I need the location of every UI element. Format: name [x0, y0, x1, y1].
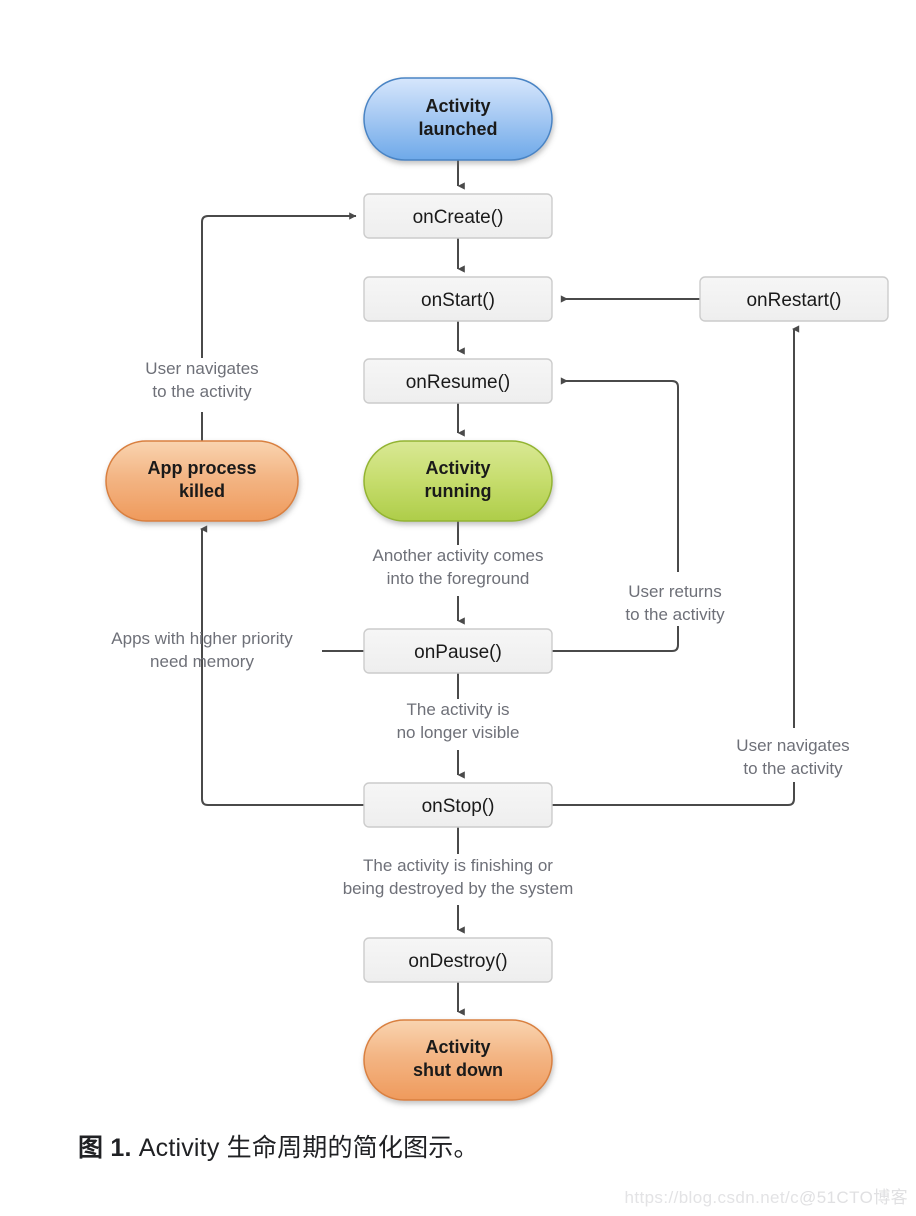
edge-label-killed-to-create-line2: to the activity — [152, 382, 252, 401]
edge-label-stop-to-destroy-line1: The activity is finishing or — [363, 856, 553, 875]
on-create-label: onCreate() — [413, 207, 504, 228]
on-pause-label: onPause() — [414, 642, 502, 663]
figure-caption-number: 图 1. — [78, 1134, 132, 1162]
edge-label-stop-to-restart-line2: to the activity — [743, 759, 843, 778]
figure-caption: 图 1. Activity 生命周期的简化图示。 — [78, 1128, 479, 1164]
on-restart-label: onRestart() — [746, 290, 841, 311]
edge-label-pause-to-stop-line2: no longer visible — [397, 723, 520, 742]
activity-shut-down-label-line2: shut down — [413, 1060, 503, 1080]
activity-shut-down-label-line1: Activity — [425, 1037, 490, 1057]
edge-label-pause-to-killed-line1: Apps with higher priority — [111, 629, 293, 648]
app-process-killed-label-line1: App process — [147, 458, 256, 478]
edge-label-pause-to-resume-line1: User returns — [628, 582, 722, 601]
node-on-resume[interactable]: onResume() — [363, 358, 553, 404]
on-destroy-label: onDestroy() — [408, 951, 507, 972]
activity-lifecycle-diagram: Activity launched onCreate() onStart() o… — [0, 0, 916, 1216]
activity-launched-label-line2: launched — [418, 119, 497, 139]
node-activity-launched[interactable]: Activity launched — [363, 77, 553, 161]
node-on-destroy[interactable]: onDestroy() — [363, 937, 553, 983]
edge-label-stop-to-restart-line1: User navigates — [736, 736, 849, 755]
on-stop-label: onStop() — [422, 796, 495, 817]
edge-label-pause-to-stop-line1: The activity is — [407, 700, 510, 719]
node-app-process-killed[interactable]: App process killed — [105, 440, 299, 522]
watermark-url: https://blog.csdn.net/c — [624, 1188, 800, 1207]
watermark-brand: @51CTO博客 — [799, 1188, 908, 1207]
edge-label-stop-to-destroy-line2: being destroyed by the system — [343, 879, 574, 898]
edge-label-killed-to-create-line1: User navigates — [145, 359, 258, 378]
app-process-killed-label-line2: killed — [179, 481, 225, 501]
activity-running-label-line2: running — [425, 481, 492, 501]
node-activity-running[interactable]: Activity running — [363, 440, 553, 522]
edge-label-running-to-pause-line1: Another activity comes — [372, 546, 543, 565]
edge-stop-to-restart-lower — [552, 782, 795, 806]
figure-caption-text: Activity 生命周期的简化图示。 — [131, 1134, 479, 1162]
activity-launched-label-line1: Activity — [425, 96, 490, 116]
flow-svg: Activity launched onCreate() onStart() o… — [105, 77, 889, 1101]
edge-killed-to-create — [201, 212, 357, 358]
activity-running-label-line1: Activity — [425, 458, 490, 478]
on-resume-label: onResume() — [406, 372, 511, 393]
edge-pause-to-resume-upper — [560, 377, 679, 572]
node-on-pause[interactable]: onPause() — [363, 628, 553, 674]
edge-pause-to-resume-lower — [552, 626, 679, 652]
node-on-stop[interactable]: onStop() — [363, 782, 553, 828]
edge-label-pause-to-resume-line2: to the activity — [625, 605, 725, 624]
node-on-create[interactable]: onCreate() — [363, 193, 553, 239]
node-activity-shut-down[interactable]: Activity shut down — [363, 1019, 553, 1101]
edge-label-running-to-pause-line2: into the foreground — [387, 569, 530, 588]
node-on-start[interactable]: onStart() — [363, 276, 553, 322]
edge-label-pause-to-killed-line2: need memory — [150, 652, 254, 671]
node-on-restart[interactable]: onRestart() — [699, 276, 889, 322]
watermark: https://blog.csdn.net/c@51CTO博客 — [624, 1183, 908, 1208]
on-start-label: onStart() — [421, 290, 495, 311]
